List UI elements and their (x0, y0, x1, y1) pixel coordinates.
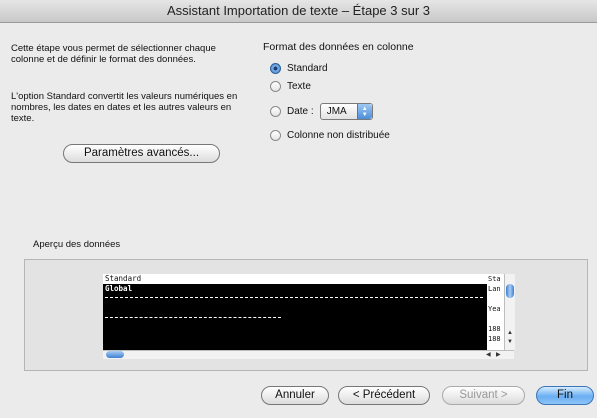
preview-column-2-header[interactable]: Sta (487, 274, 504, 284)
window-title: Assistant Importation de texte – Étape 3… (0, 0, 597, 23)
scroll-left-icon[interactable]: ◀ (486, 351, 491, 358)
date-format-value: JMA (326, 106, 347, 117)
radio-standard[interactable]: Standard (270, 63, 328, 74)
finish-button[interactable]: Fin (536, 386, 594, 405)
preview-cell: 188 (488, 335, 501, 343)
radio-texte-label: Texte (287, 81, 311, 92)
previous-button[interactable]: < Précédent (338, 386, 430, 405)
preview-horizontal-scrollbar[interactable]: ◀ ▶ (103, 350, 514, 359)
radio-checked-icon (270, 63, 281, 74)
preview-cell: Lan (488, 285, 501, 293)
radio-unchecked-icon (270, 130, 281, 141)
vertical-scroll-thumb[interactable] (506, 284, 514, 298)
radio-unchecked-icon (270, 106, 281, 117)
preview-divider (105, 297, 483, 298)
preview-column-2: Sta Lan Yea 188 188 (487, 274, 504, 350)
description-text-2: L'option Standard convertit les valeurs … (11, 91, 238, 124)
preview-cell: Yea (488, 305, 501, 313)
scroll-up-icon[interactable]: ▲ (507, 330, 513, 336)
preview-data-grid[interactable]: Standard Global (103, 274, 487, 350)
next-button: Suivant > (442, 386, 525, 405)
radio-date-label: Date : (287, 106, 314, 117)
column-format-title: Format des données en colonne (263, 41, 414, 53)
radio-unchecked-icon (270, 81, 281, 92)
preview-vertical-scrollbar[interactable]: ▲ ▼ (504, 274, 515, 350)
preview-cell (487, 314, 504, 324)
radio-texte[interactable]: Texte (270, 81, 311, 92)
radio-date[interactable]: Date : JMA ▲ ▼ (270, 103, 373, 120)
radio-standard-label: Standard (287, 63, 328, 74)
preview-cell (487, 294, 504, 304)
cancel-button[interactable]: Annuler (261, 386, 329, 405)
radio-non-distribuee[interactable]: Colonne non distribuée (270, 130, 390, 141)
radio-non-distribuee-label: Colonne non distribuée (287, 130, 390, 141)
date-format-select[interactable]: JMA ▲ ▼ (319, 103, 373, 120)
select-arrows-icon: ▲ ▼ (356, 104, 372, 119)
description-text-1: Cette étape vous permet de sélectionner … (11, 43, 216, 65)
preview-cell: 188 (488, 325, 501, 333)
preview-divider (105, 317, 281, 318)
scroll-down-icon[interactable]: ▼ (507, 339, 513, 345)
preview-row-1: Global (105, 284, 133, 293)
preview-column-header[interactable]: Standard (103, 274, 487, 284)
horizontal-scroll-thumb[interactable] (106, 351, 124, 358)
scroll-right-icon[interactable]: ▶ (496, 351, 501, 358)
preview-title: Aperçu des données (33, 239, 121, 250)
advanced-settings-button[interactable]: Paramètres avancés... (63, 144, 220, 163)
